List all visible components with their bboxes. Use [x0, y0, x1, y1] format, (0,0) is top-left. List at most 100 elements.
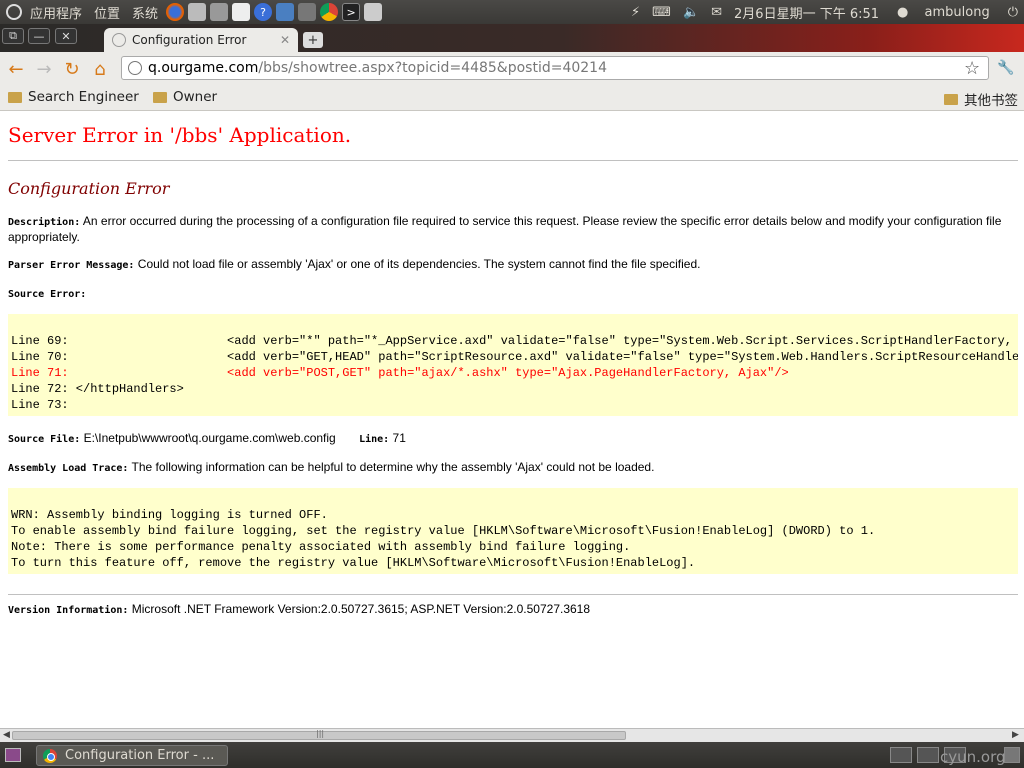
url-host: q.ourgame.com	[148, 60, 259, 76]
source-file: Source File: E:\Inetpub\wwwroot\q.ourgam…	[8, 431, 406, 447]
line-value: 71	[392, 431, 406, 445]
source-code-block: Line 69: <add verb="*" path="*_AppServic…	[8, 314, 1018, 416]
description-text: An error occurred during the processing …	[8, 214, 1002, 244]
page-content: Server Error in '/bbs' Application. Conf…	[0, 111, 1024, 728]
new-tab-button[interactable]: +	[303, 32, 323, 48]
firefox-launcher-icon[interactable]	[166, 3, 185, 21]
chrome-icon	[43, 748, 57, 763]
camera-launcher-icon[interactable]	[210, 3, 229, 21]
keyboard-icon[interactable]: ⌨	[646, 5, 677, 20]
source-line: Line 72: </httpHandlers>	[11, 382, 184, 396]
bottom-panel: Configuration Error - ...	[0, 742, 1024, 768]
network-launcher-icon[interactable]	[298, 3, 317, 21]
wrench-menu-icon[interactable]: 🔧	[997, 60, 1014, 76]
source-line: Line 70: <add verb="GET,HEAD" path="Scri…	[11, 350, 1018, 364]
version-text: Microsoft .NET Framework Version:2.0.507…	[131, 602, 591, 616]
minimize-window-button[interactable]: —	[28, 28, 50, 44]
version-label: Version Information:	[8, 605, 129, 616]
scrollbar-grip-icon: |||	[316, 729, 325, 738]
text-editor-launcher-icon[interactable]	[232, 3, 251, 21]
tab-strip: ⧉ — ✕ Configuration Error ✕ +	[0, 24, 1024, 52]
trace-line: WRN: Assembly binding logging is turned …	[11, 508, 328, 522]
folder-icon	[153, 91, 167, 103]
places-menu[interactable]: 位置	[88, 3, 126, 22]
parser-error-text: Could not load file or assembly 'Ajax' o…	[137, 257, 701, 271]
bookmarks-bar: Search Engineer Owner 其他书签	[0, 86, 1024, 111]
page-globe-icon	[112, 33, 126, 47]
bookmark-owner[interactable]: Owner	[153, 89, 217, 105]
task-label: Configuration Error - ...	[65, 748, 215, 763]
show-desktop-icon[interactable]	[5, 748, 21, 762]
ubuntu-logo-icon[interactable]	[6, 4, 22, 20]
calculator-launcher-icon[interactable]	[188, 3, 207, 21]
source-error-label: Source Error:	[8, 289, 87, 300]
top-panel: 应用程序 位置 系统 ? > ⚡ ⌨ 🔈 ✉ 2月6日星期一 下午 6:51 ●…	[0, 0, 1024, 24]
scroll-right-arrow-icon[interactable]: ▶	[1012, 730, 1019, 740]
folder-icon	[944, 93, 958, 105]
tab-close-icon[interactable]: ✕	[280, 33, 290, 47]
mail-icon[interactable]: ✉	[705, 5, 728, 20]
bookmark-star-icon[interactable]: ☆	[964, 58, 980, 79]
network-icon[interactable]: ⚡	[625, 5, 646, 20]
description-label: Description:	[8, 217, 81, 228]
tab-configuration-error[interactable]: Configuration Error ✕	[104, 28, 298, 52]
username: ambulong	[924, 4, 990, 20]
workspace-1-icon[interactable]	[890, 747, 912, 763]
restore-window-button[interactable]: ⧉	[2, 28, 24, 44]
terminal-launcher-icon[interactable]: >	[342, 3, 361, 21]
source-line: Line 73:	[11, 398, 69, 412]
address-bar[interactable]: q.ourgame.com/bbs/showtree.aspx?topicid=…	[121, 56, 989, 80]
tab-title: Configuration Error	[132, 33, 247, 47]
url-path: /bbs/showtree.aspx?topicid=4485&postid=4…	[258, 60, 607, 76]
parser-error-label: Parser Error Message:	[8, 260, 135, 271]
source-line: Line 69: <add verb="*" path="*_AppServic…	[11, 334, 1018, 348]
line-label: Line:	[359, 434, 390, 445]
help-launcher-icon[interactable]: ?	[254, 3, 273, 21]
chat-bubble-icon: ●	[897, 4, 909, 20]
trace-text: The following information can be helpful…	[131, 460, 655, 474]
virtualbox-launcher-icon[interactable]	[276, 3, 295, 21]
applications-menu[interactable]: 应用程序	[24, 3, 88, 22]
page-title: Server Error in '/bbs' Application.	[8, 123, 352, 147]
user-menu[interactable]: ● ambulong	[885, 5, 1002, 20]
trash-icon[interactable]	[1004, 747, 1020, 763]
divider	[8, 160, 1018, 161]
error-subtitle: Configuration Error	[8, 179, 170, 198]
trace-line: To turn this feature off, remove the reg…	[11, 556, 696, 570]
folder-icon	[8, 91, 22, 103]
system-menu[interactable]: 系统	[126, 3, 164, 22]
taskbar-window-button[interactable]: Configuration Error - ...	[36, 745, 228, 766]
watermark: cyun.org	[940, 748, 1006, 766]
horizontal-scrollbar[interactable]: ◀ ||| ▶	[0, 728, 1024, 742]
system-tray: ⚡ ⌨ 🔈 ✉ 2月6日星期一 下午 6:51 ● ambulong ⏻	[625, 0, 1024, 24]
forward-arrow-icon[interactable]: →	[32, 57, 56, 81]
trace-label: Assembly Load Trace:	[8, 463, 129, 474]
divider	[8, 594, 1018, 595]
source-error: Source Error:	[8, 286, 86, 302]
chrome-launcher-icon[interactable]	[320, 3, 339, 21]
trace-line: To enable assembly bind failure logging,…	[11, 524, 876, 538]
site-info-icon[interactable]	[128, 61, 142, 75]
reload-icon[interactable]: ↻	[60, 57, 84, 81]
trace-line: Note: There is some performance penalty …	[11, 540, 631, 554]
home-icon[interactable]: ⌂	[88, 57, 112, 81]
power-icon[interactable]: ⏻	[1002, 5, 1024, 20]
close-window-button[interactable]: ✕	[55, 28, 77, 44]
assembly-load-trace: Assembly Load Trace: The following infor…	[8, 460, 654, 476]
back-arrow-icon[interactable]: ←	[4, 57, 28, 81]
parser-error: Parser Error Message: Could not load fil…	[8, 257, 700, 273]
scroll-left-arrow-icon[interactable]: ◀	[3, 730, 10, 740]
volume-icon[interactable]: 🔈	[677, 5, 705, 20]
description: Description: An error occurred during th…	[8, 214, 1013, 244]
screenshot-launcher-icon[interactable]	[364, 3, 383, 21]
source-file-label: Source File:	[8, 434, 81, 445]
trace-code-block: WRN: Assembly binding logging is turned …	[8, 488, 1018, 574]
source-file-value: E:\Inetpub\wwwroot\q.ourgame.com\web.con…	[83, 431, 336, 445]
workspace-2-icon[interactable]	[917, 747, 939, 763]
source-line: Line 71: <add verb="POST,GET" path="ajax…	[11, 366, 789, 380]
bookmark-search-engineer[interactable]: Search Engineer	[8, 89, 139, 105]
version-info: Version Information: Microsoft .NET Fram…	[8, 602, 590, 618]
other-bookmarks[interactable]: 其他书签	[944, 89, 1018, 109]
clock[interactable]: 2月6日星期一 下午 6:51	[728, 3, 885, 22]
screen: { "top_panel": { "applications": "应用程序",…	[0, 0, 1024, 768]
